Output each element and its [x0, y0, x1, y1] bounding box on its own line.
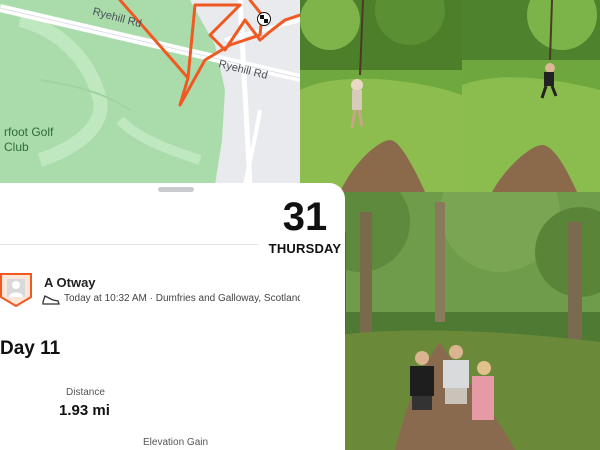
- map-graphic: [0, 0, 300, 185]
- drag-handle[interactable]: [158, 187, 194, 192]
- divider: [0, 244, 258, 245]
- woodland-image: [300, 192, 600, 450]
- photo-rope-swing-2[interactable]: [462, 0, 600, 192]
- stat-label-distance: Distance: [66, 387, 105, 398]
- photo-woodland-walk[interactable]: [300, 192, 600, 450]
- rope-swing-image: [300, 0, 462, 192]
- golf-club-label: rfoot Golf Club: [4, 125, 53, 155]
- shoe-icon: [42, 295, 60, 305]
- route-map[interactable]: Ryehill Rd Ryehill Rd rfoot Golf Club: [0, 0, 300, 185]
- avatar-placeholder-icon[interactable]: [0, 273, 32, 307]
- activity-card[interactable]: 31 THURSDAY A Otway Today at 10:32 AM · …: [0, 183, 345, 450]
- photo-rope-swing-1[interactable]: [300, 0, 462, 192]
- activity-title: Day 11: [0, 338, 61, 359]
- weekday-label: THURSDAY: [268, 241, 342, 256]
- golf-label-line: Club: [4, 140, 29, 154]
- checkered-flag-icon: [257, 12, 271, 26]
- activity-meta: Today at 10:32 AM · Dumfries and Gallowa…: [64, 293, 300, 304]
- date-number: 31: [282, 195, 328, 239]
- rope-swing-image: [462, 0, 600, 192]
- stat-label-elevation: Elevation Gain: [143, 437, 209, 448]
- golf-label-line: rfoot Golf: [4, 125, 54, 139]
- athlete-name[interactable]: A Otway: [44, 275, 96, 290]
- stat-value-distance: 1.93 mi: [59, 402, 110, 419]
